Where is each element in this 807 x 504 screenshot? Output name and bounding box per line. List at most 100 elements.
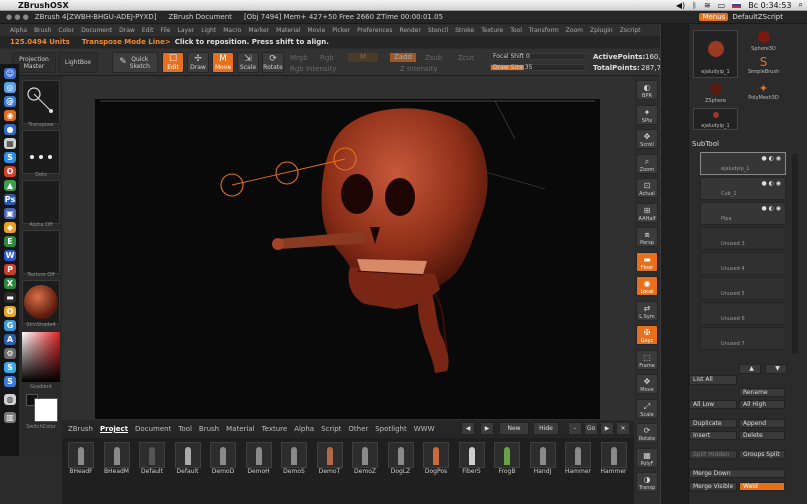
actual-button[interactable]: ⊡ Actual <box>636 178 658 198</box>
subtool-row[interactable]: ● ◐ ◉ ejaludyip_1 <box>700 152 786 175</box>
project-thumb[interactable]: Hammer <box>563 442 593 482</box>
texture-slot[interactable] <box>22 230 60 274</box>
zcut-toggle[interactable]: Zcut <box>458 54 474 62</box>
app-store-icon[interactable]: A <box>4 334 16 345</box>
system-preferences-icon[interactable]: ⚙ <box>4 348 16 359</box>
menu-item[interactable]: Color <box>58 27 74 34</box>
menu-item[interactable]: Picker <box>332 27 350 34</box>
wifi-icon[interactable]: ≋ <box>704 1 711 10</box>
z-intensity-slider[interactable]: Z Intensity <box>400 65 438 73</box>
tab-other[interactable]: Other <box>348 425 368 433</box>
safari-icon[interactable]: ◎ <box>4 82 16 93</box>
firefox-icon[interactable]: ◉ <box>4 110 16 121</box>
subtool-row[interactable]: Unused 3 <box>700 227 786 250</box>
move-button[interactable]: M Move <box>212 52 234 73</box>
tab-script[interactable]: Script <box>321 425 341 433</box>
project-thumb[interactable]: DemoH <box>244 442 274 482</box>
scale-button[interactable]: ⤢ Scale <box>636 398 658 419</box>
next-button[interactable]: ▶ <box>600 422 614 435</box>
project-thumb[interactable]: BHeadM <box>102 442 132 482</box>
trash-icon[interactable]: ▥ <box>4 412 16 423</box>
hide-button[interactable]: Hide <box>533 422 559 435</box>
persp-button[interactable]: ⧈ Persp <box>636 227 658 247</box>
menu-item[interactable]: Stroke <box>455 27 474 34</box>
torrent-icon[interactable]: ▲ <box>4 180 16 191</box>
project-thumb[interactable]: DogPos <box>421 442 451 482</box>
visibility-icon[interactable]: ● ◐ ◉ <box>761 205 781 212</box>
rename-button[interactable]: Rename <box>739 388 785 397</box>
scroll-button[interactable]: ✥ Scroll <box>636 129 658 149</box>
viewport-canvas[interactable] <box>95 99 600 419</box>
frame-button[interactable]: ⬚ Frame <box>636 349 658 370</box>
subtool-scrollbar[interactable] <box>792 154 798 354</box>
menu-item[interactable]: Material <box>276 27 300 34</box>
zsphere-tool[interactable]: ZSphere <box>693 82 738 106</box>
draw-button[interactable]: ✢ Draw <box>187 52 209 73</box>
delete-button[interactable]: Delete <box>739 431 785 440</box>
visibility-icon[interactable]: ● ◐ ◉ <box>761 180 781 187</box>
excel-icon[interactable]: X <box>4 278 16 289</box>
groups-split-button[interactable]: Groups Split <box>739 450 785 459</box>
spix-button[interactable]: ✦ SPix <box>636 104 658 125</box>
current-tool-thumb[interactable]: ejaludyip_1 <box>693 30 738 78</box>
bluetooth-icon[interactable]: ᛒ <box>692 1 697 10</box>
subtool-row[interactable]: ● ◐ ◉ Cub_1 <box>700 177 786 200</box>
tool-slot-2[interactable]: ejaludyip_1 <box>693 108 738 130</box>
simplebrush-tool[interactable]: S SimpleBrush <box>741 56 786 80</box>
alpha-slot[interactable] <box>22 180 60 224</box>
all-high-button[interactable]: All High <box>739 400 785 409</box>
outlook-icon[interactable]: O <box>4 306 16 317</box>
evernote-icon[interactable]: E <box>4 236 16 247</box>
tab-document[interactable]: Document <box>135 425 171 433</box>
tab-project[interactable]: Project <box>100 425 128 433</box>
polymesh3d-tool[interactable]: ✦ PolyMesh3D <box>741 82 786 106</box>
merge-visible-button[interactable]: Merge Visible <box>689 482 737 491</box>
subtool-row[interactable]: Unused 5 <box>700 277 786 300</box>
menu-item[interactable]: Layer <box>178 27 195 34</box>
app-icon[interactable]: ▣ <box>4 208 16 219</box>
visibility-icon[interactable]: ● ◐ ◉ <box>761 155 781 162</box>
transpose-brush-slot[interactable] <box>22 80 60 124</box>
quick-sketch-button[interactable]: ✎ Quick Sketch <box>112 52 158 73</box>
transp-button[interactable]: ◑ Transp <box>636 472 658 492</box>
minus-button[interactable]: – <box>568 422 582 435</box>
tab-material[interactable]: Material <box>226 425 254 433</box>
menu-item[interactable]: Document <box>81 27 112 34</box>
prev-button[interactable]: ◀ <box>461 422 475 435</box>
focal-shift-slider[interactable]: Focal Shift 0 <box>490 53 586 60</box>
split-hidden-button[interactable]: Split Hidden <box>689 450 737 459</box>
menu-item[interactable]: File <box>160 27 170 34</box>
flag-icon[interactable] <box>732 2 742 8</box>
zsub-toggle[interactable]: Zsub <box>425 54 442 62</box>
menu-item[interactable]: Light <box>201 27 216 34</box>
menu-item[interactable]: Preferences <box>357 27 392 34</box>
tab-brush[interactable]: Brush <box>199 425 219 433</box>
subtool-row[interactable]: Unused 4 <box>700 252 786 275</box>
duplicate-button[interactable]: Duplicate <box>689 419 737 428</box>
project-thumb[interactable]: DemoT <box>315 442 345 482</box>
rgb-intensity-slider[interactable]: Rgb Intensity <box>290 65 336 73</box>
rotate-button[interactable]: ⟳ Rotate <box>262 52 284 73</box>
skype-app-icon[interactable]: S <box>4 362 16 373</box>
local-button[interactable]: ◉ Local <box>636 276 658 296</box>
project-thumb[interactable]: DogLZ <box>386 442 416 482</box>
battery-icon[interactable]: ▭ <box>718 1 726 10</box>
project-thumb[interactable]: DemoS <box>279 442 309 482</box>
mrgb-toggle[interactable]: Mrgb <box>290 54 308 62</box>
bpr-button[interactable]: ◐ BPR <box>636 80 658 100</box>
menu-item[interactable]: Macro <box>223 27 241 34</box>
window-controls[interactable]: ● ● ● <box>6 13 29 21</box>
go-button[interactable]: Go <box>584 422 598 435</box>
terminal-icon[interactable]: ▬ <box>4 292 16 303</box>
lightbox-button[interactable]: LightBox <box>58 52 98 73</box>
append-button[interactable]: Append <box>739 419 785 428</box>
insert-button[interactable]: Insert <box>689 431 737 440</box>
move-button[interactable]: ✥ Move <box>636 374 658 394</box>
menu-item[interactable]: Stencil <box>428 27 448 34</box>
downloads-icon[interactable]: S <box>4 376 16 387</box>
zoom-button[interactable]: ⌕ Zoom <box>636 153 658 174</box>
project-thumb[interactable]: BHeadF <box>66 442 96 482</box>
sound-icon[interactable]: ◀) <box>676 1 685 10</box>
stroke-slot[interactable] <box>22 130 60 174</box>
menu-item[interactable]: Zplugin <box>590 27 613 34</box>
